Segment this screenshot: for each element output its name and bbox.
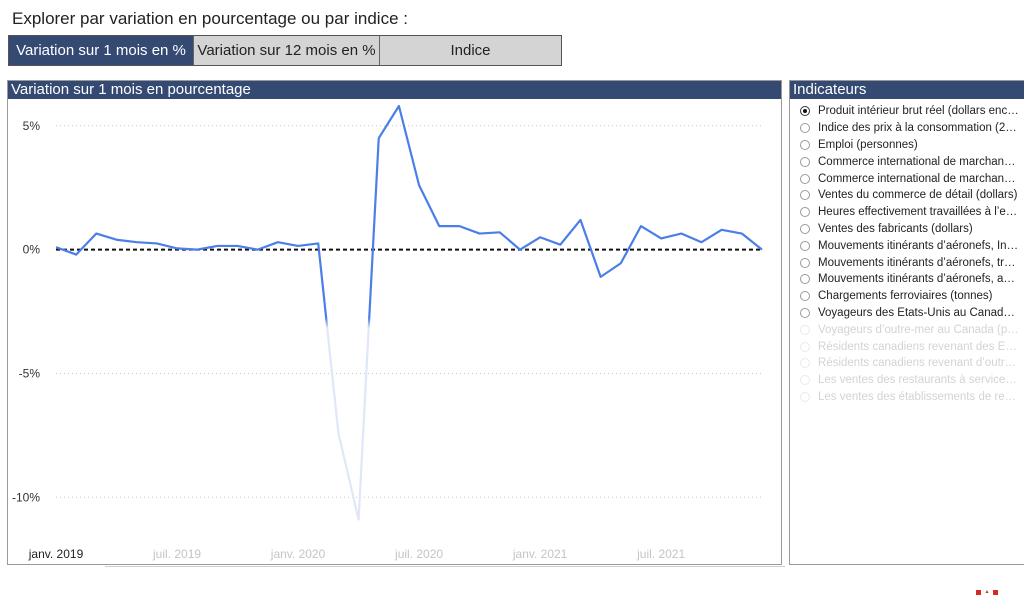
indicator-option[interactable]: Voyageurs des États-Unis au Canad…	[790, 305, 1024, 322]
indicator-option[interactable]: Ventes du commerce de détail (dollars)	[790, 187, 1024, 204]
radio-unchecked-icon[interactable]	[800, 358, 810, 369]
radio-unchecked-icon[interactable]	[800, 190, 810, 201]
indicator-option[interactable]: Emploi (personnes)	[790, 137, 1024, 154]
canada-flag-icon	[976, 590, 998, 595]
radio-unchecked-icon[interactable]	[800, 274, 810, 285]
indicator-label: Heures effectivement travaillées à l’e…	[818, 206, 1018, 219]
radio-unchecked-icon[interactable]	[800, 257, 810, 268]
indicator-option[interactable]: Mouvements itinérants d’aéronefs, tr…	[790, 254, 1024, 271]
indicator-label: Ventes du commerce de détail (dollars)	[818, 189, 1018, 202]
indicator-option[interactable]: Les ventes des établissements de re…	[790, 389, 1024, 406]
indicator-label: Les ventes des restaurants à service…	[818, 374, 1017, 387]
indicator-label: Indice des prix à la consommation (2…	[818, 122, 1017, 135]
indicator-label: Commerce international de marchan…	[818, 155, 1016, 168]
indicator-label: Mouvements itinérants d’aéronefs, a…	[818, 273, 1015, 286]
radio-unchecked-icon[interactable]	[800, 207, 810, 218]
x-tick-label: janv. 2020	[270, 547, 326, 561]
radio-unchecked-icon[interactable]	[800, 156, 810, 167]
radio-unchecked-icon[interactable]	[800, 324, 810, 335]
indicator-label: Produit intérieur brut réel (dollars enc…	[818, 105, 1019, 118]
indicator-label: Ventes des fabricants (dollars)	[818, 222, 973, 235]
radio-unchecked-icon[interactable]	[800, 223, 810, 234]
radio-unchecked-icon[interactable]	[800, 375, 810, 386]
indicator-option[interactable]: Résidents canadiens revenant d’outr…	[790, 355, 1024, 372]
x-tick-label: juil. 2021	[636, 547, 685, 561]
radio-unchecked-icon[interactable]	[800, 240, 810, 251]
x-tick-label: janv. 2021	[512, 547, 568, 561]
indicator-list: Produit intérieur brut réel (dollars enc…	[790, 103, 1024, 405]
indicators-panel: Indicateurs Produit intérieur brut réel …	[789, 80, 1024, 565]
indicator-option[interactable]: Produit intérieur brut réel (dollars enc…	[790, 103, 1024, 120]
series-line	[55, 104, 763, 521]
chart-panel: Variation sur 1 mois en pourcentage 5% 0%…	[7, 80, 782, 565]
indicator-label: Mouvements itinérants d’aéronefs, tr…	[818, 256, 1016, 269]
indicator-option[interactable]: Les ventes des restaurants à service…	[790, 372, 1024, 389]
indicator-option[interactable]: Voyageurs d’outre-mer au Canada (p…	[790, 321, 1024, 338]
indicator-label: Résidents canadiens revenant d’outr…	[818, 357, 1017, 370]
indicator-option[interactable]: Mouvements itinérants d’aéronefs, a…	[790, 271, 1024, 288]
indicator-label: Chargements ferroviaires (tonnes)	[818, 290, 993, 303]
indicator-option[interactable]: Heures effectivement travaillées à l’e…	[790, 204, 1024, 221]
tab-annual-change[interactable]: Variation sur 12 mois en %	[193, 36, 379, 65]
indicator-label: Emploi (personnes)	[818, 138, 918, 151]
indicator-option[interactable]: Indice des prix à la consommation (2…	[790, 120, 1024, 137]
indicator-option[interactable]: Mouvements itinérants d’aéronefs, In…	[790, 237, 1024, 254]
x-tick-label: janv. 2019	[28, 547, 84, 561]
radio-checked-icon[interactable]	[800, 106, 810, 117]
tab-index[interactable]: Indice	[379, 36, 561, 65]
indicator-label: Les ventes des établissements de re…	[818, 390, 1017, 403]
y-tick-label: -5%	[19, 366, 41, 380]
indicator-label: Résidents canadiens revenant des É…	[818, 340, 1017, 353]
indicator-label: Voyageurs des États-Unis au Canad…	[818, 306, 1015, 319]
divider	[105, 566, 785, 567]
x-tick-label: juil. 2019	[152, 547, 201, 561]
indicator-option[interactable]: Résidents canadiens revenant des É…	[790, 338, 1024, 355]
indicator-option[interactable]: Chargements ferroviaires (tonnes)	[790, 288, 1024, 305]
line-chart: 5% 0% -5% -10% janv. 2019 juil. 2019 janv. 202…	[12, 104, 763, 561]
x-tick-label: juil. 2020	[394, 547, 443, 561]
radio-unchecked-icon[interactable]	[800, 173, 810, 184]
view-tabs: Variation sur 1 mois en % Variation sur …	[8, 35, 562, 66]
radio-unchecked-icon[interactable]	[800, 123, 810, 134]
radio-unchecked-icon[interactable]	[800, 139, 810, 150]
tab-monthly-change[interactable]: Variation sur 1 mois en %	[9, 36, 193, 65]
y-tick-label: 5%	[23, 119, 41, 133]
radio-unchecked-icon[interactable]	[800, 291, 810, 302]
radio-unchecked-icon[interactable]	[800, 307, 810, 318]
indicator-label: Voyageurs d’outre-mer au Canada (p…	[818, 323, 1019, 336]
radio-unchecked-icon[interactable]	[800, 341, 810, 352]
y-tick-label: -10%	[12, 490, 40, 504]
indicator-label: Commerce international de marchan…	[818, 172, 1016, 185]
y-tick-label: 0%	[23, 243, 41, 257]
indicators-panel-title: Indicateurs	[790, 81, 1024, 99]
indicator-label: Mouvements itinérants d’aéronefs, In…	[818, 239, 1019, 252]
page-heading: Explorer par variation en pourcentage ou…	[12, 9, 408, 28]
indicator-option[interactable]: Commerce international de marchan…	[790, 153, 1024, 170]
radio-unchecked-icon[interactable]	[800, 391, 810, 402]
indicator-option[interactable]: Commerce international de marchan…	[790, 170, 1024, 187]
indicator-option[interactable]: Ventes des fabricants (dollars)	[790, 221, 1024, 238]
